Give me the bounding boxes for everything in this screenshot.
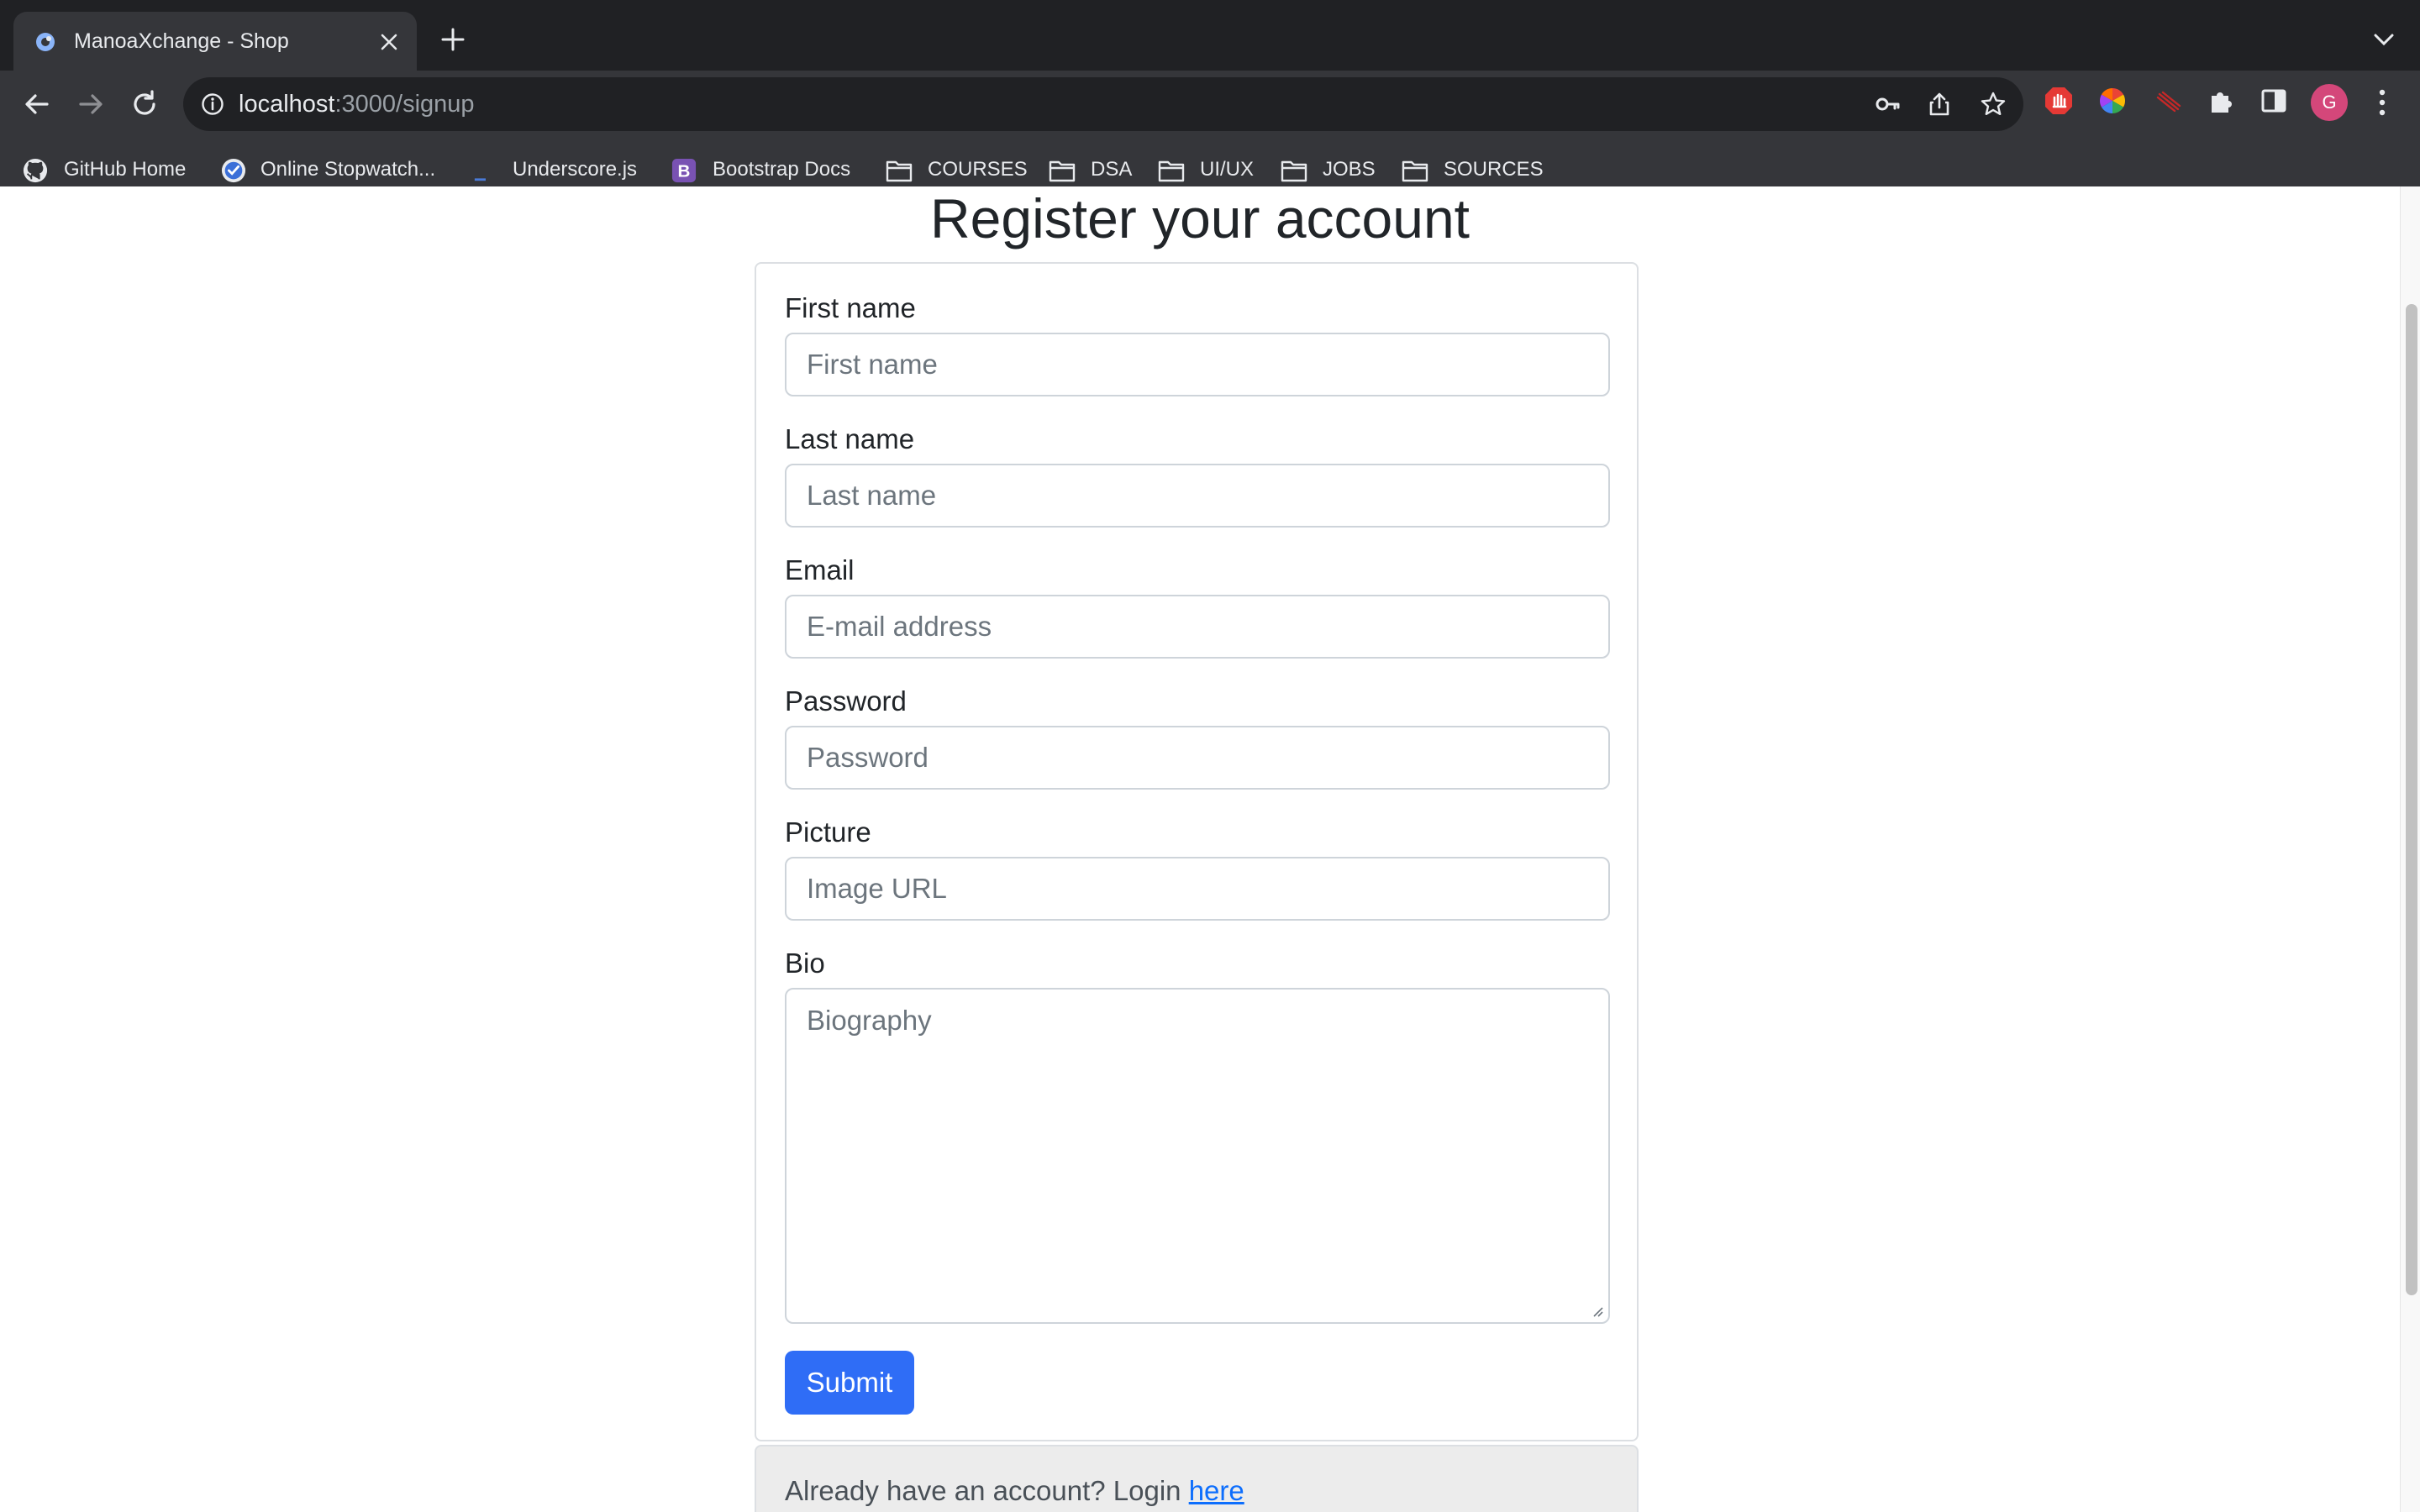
- github-icon: [23, 158, 48, 183]
- submit-button[interactable]: Submit: [785, 1351, 914, 1415]
- side-panel-icon[interactable]: [2259, 86, 2289, 116]
- profile-avatar[interactable]: G: [2311, 84, 2348, 121]
- scribble-extension-icon[interactable]: [2153, 86, 2183, 116]
- last-name-input[interactable]: Last name: [785, 464, 1610, 528]
- back-arrow-icon[interactable]: [20, 87, 54, 121]
- stopwatch-icon: [221, 158, 246, 183]
- page-scrollbar[interactable]: [2400, 186, 2420, 1512]
- resize-handle-icon[interactable]: [1590, 1304, 1603, 1317]
- page-viewport: Register your account First name First n…: [0, 186, 2400, 1512]
- tab-title: ManoaXchange - Shop: [74, 29, 289, 53]
- picture-label: Picture: [785, 816, 871, 848]
- first-name-label: First name: [785, 292, 916, 323]
- url-text[interactable]: localhost:3000/signup: [239, 77, 475, 131]
- email-label: Email: [785, 554, 855, 585]
- adblock-extension-icon[interactable]: [2044, 86, 2074, 116]
- tab-strip: ManoaXchange - Shop: [0, 0, 2420, 71]
- close-tab-icon[interactable]: [378, 31, 400, 53]
- address-bar[interactable]: localhost:3000/signup: [183, 77, 2023, 131]
- share-icon[interactable]: [1926, 91, 1953, 118]
- bio-textarea[interactable]: Biography: [785, 988, 1610, 1324]
- more-menu-icon[interactable]: [2370, 86, 2395, 119]
- first-name-input[interactable]: First name: [785, 333, 1610, 396]
- folder-icon: [1049, 160, 1076, 182]
- scrollbar-thumb[interactable]: [2406, 304, 2417, 1295]
- page-title: Register your account: [930, 187, 1470, 249]
- last-name-label: Last name: [785, 423, 915, 454]
- signup-form-card: First name First name Last name Last nam…: [755, 262, 1639, 1441]
- password-input[interactable]: Password: [785, 726, 1610, 790]
- star-bookmark-icon[interactable]: [1980, 91, 2007, 118]
- bio-label: Bio: [785, 948, 825, 979]
- login-prompt-footer: Already have an account? Login here: [755, 1445, 1639, 1512]
- color-picker-extension-icon[interactable]: [2097, 86, 2128, 116]
- browser-tab[interactable]: ManoaXchange - Shop: [13, 12, 417, 71]
- bootstrap-icon: B: [671, 158, 697, 183]
- new-tab-icon[interactable]: [440, 27, 466, 52]
- svg-text:B: B: [678, 162, 691, 181]
- chevron-down-icon[interactable]: [2373, 32, 2395, 47]
- folder-icon: [1281, 160, 1307, 182]
- site-info-icon[interactable]: [200, 92, 225, 117]
- password-label: Password: [785, 685, 907, 717]
- key-icon[interactable]: [1874, 91, 1901, 118]
- puzzle-extensions-icon[interactable]: [2207, 86, 2237, 116]
- email-input[interactable]: E-mail address: [785, 595, 1610, 659]
- login-link[interactable]: here: [1189, 1475, 1244, 1506]
- underscore-icon: [474, 178, 486, 181]
- folder-icon: [1158, 160, 1185, 182]
- bio-placeholder: Biography: [807, 1005, 932, 1036]
- reload-icon[interactable]: [128, 87, 161, 121]
- site-favicon-icon: [36, 33, 55, 51]
- browser-toolbar: localhost:3000/signup G GitHub Home Onli…: [0, 71, 2420, 202]
- login-prompt-text: Already have an account? Login here: [785, 1475, 1244, 1507]
- login-prompt-label: Already have an account? Login: [785, 1475, 1189, 1506]
- folder-icon: [1402, 160, 1428, 182]
- forward-arrow-icon[interactable]: [74, 87, 108, 121]
- url-host: localhost: [239, 91, 335, 118]
- picture-url-input[interactable]: Image URL: [785, 857, 1610, 921]
- folder-icon: [886, 160, 913, 182]
- url-path: :3000/signup: [334, 91, 475, 118]
